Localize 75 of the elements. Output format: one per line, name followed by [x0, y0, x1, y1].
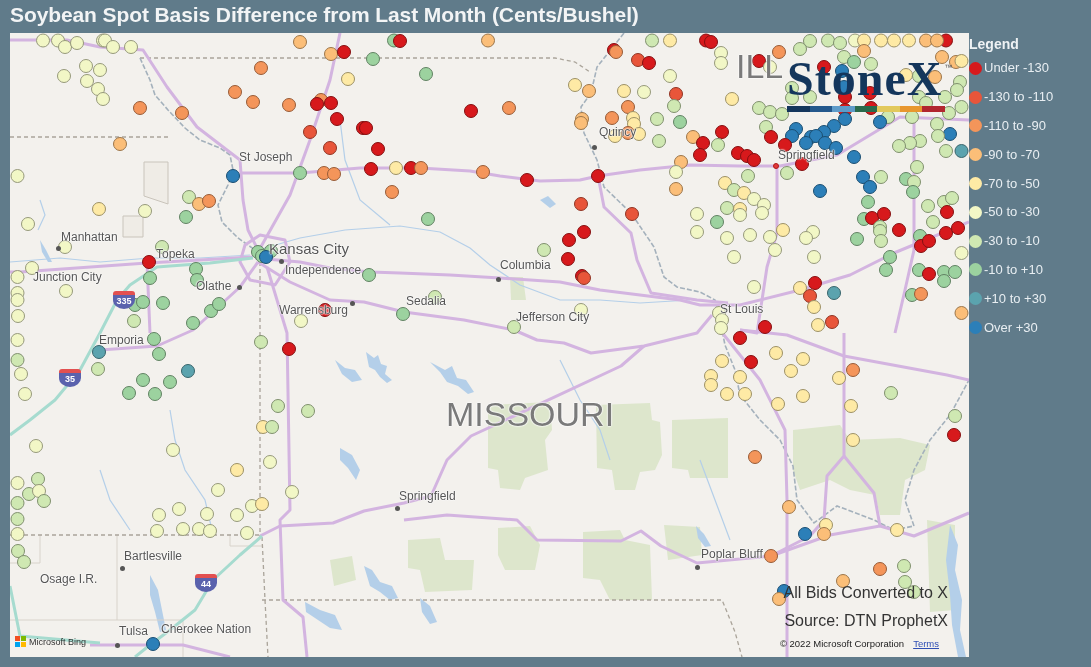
city-label: Columbia: [500, 258, 551, 272]
state-label: MISSOURI: [446, 397, 615, 431]
legend-label: -130 to -110: [984, 89, 1054, 106]
reservation-area: [143, 161, 169, 205]
lake: [40, 240, 52, 262]
legend-label: -50 to -30: [984, 204, 1040, 221]
forest-area: [408, 538, 474, 592]
map-note: Source: DTN ProphetX: [784, 612, 948, 629]
legend-title: Legend: [969, 36, 1019, 52]
city-dot-icon: [591, 144, 597, 150]
lake: [430, 362, 474, 394]
city-label: Manhattan: [61, 230, 118, 244]
lake: [696, 526, 711, 547]
city-dot-icon: [114, 642, 120, 648]
forest-area: [583, 530, 652, 600]
highway-shield: 35: [59, 369, 81, 387]
legend-label: -30 to -10: [984, 233, 1040, 250]
city-label: Topeka: [156, 247, 195, 261]
city-dot-icon: [119, 565, 125, 571]
tiles-logo-icon: [15, 636, 26, 647]
city-label: Bartlesville: [124, 549, 183, 563]
county-line: [229, 534, 263, 547]
legend-label: Under -130: [984, 60, 1050, 77]
lake: [335, 360, 362, 382]
lake: [340, 448, 360, 480]
river: [99, 469, 131, 531]
terms-link[interactable]: Terms: [913, 638, 939, 649]
city-dot-icon: [278, 258, 284, 264]
city-label: Emporia: [99, 333, 144, 347]
lake: [366, 352, 392, 383]
forest-area: [498, 526, 540, 570]
legend-label: -70 to -50: [984, 175, 1040, 192]
copyright-text: © 2022 Microsoft Corporation: [779, 638, 905, 649]
legend-label: -90 to -70: [984, 146, 1040, 163]
region-label: Osage I.R.: [40, 572, 98, 586]
reservation-area: [122, 215, 144, 238]
city-label: Tulsa: [119, 624, 148, 638]
city-dot-icon: [394, 505, 400, 511]
city-label: Olathe: [196, 279, 232, 293]
legend-label: +10 to +30: [984, 290, 1047, 307]
city-dot-icon: [236, 284, 242, 290]
city-label: Springfield: [399, 489, 456, 503]
lake: [305, 602, 342, 630]
city-label: Junction City: [33, 270, 102, 284]
city-dot-icon: [55, 245, 61, 251]
forest-area: [672, 418, 728, 478]
legend-label: -110 to -90: [984, 118, 1046, 134]
city-label: Springfield: [778, 148, 835, 162]
city-label: St Louis: [720, 302, 764, 316]
city-label: Jefferson City: [516, 310, 590, 324]
highway-shield: 335: [113, 291, 135, 309]
river: [37, 199, 46, 231]
forest-area: [330, 556, 356, 586]
region-label: Cherokee Nation: [161, 622, 252, 636]
city-label: St Joseph: [239, 150, 293, 164]
map-provider-name: Microsoft Bing: [29, 636, 87, 647]
city-dot-icon: [495, 276, 501, 282]
forest-area: [664, 525, 702, 560]
city-dot-icon: [349, 300, 355, 306]
city-dot-icon: [773, 163, 779, 169]
city-label: Independence: [285, 263, 362, 277]
trademark-sign: ™: [944, 63, 953, 73]
highway-shield: 44: [195, 574, 217, 592]
state-label: ILL: [736, 49, 784, 83]
city-label: Poplar Bluff: [701, 547, 763, 561]
city-label: Sedalia: [406, 294, 447, 308]
lake: [420, 598, 437, 624]
legend-label: -10 to +10: [984, 261, 1043, 278]
map-panel[interactable]: [10, 33, 969, 657]
forest-area: [510, 277, 526, 300]
legend-label: Over +30: [984, 319, 1038, 336]
city-dot-icon: [694, 564, 700, 570]
lake: [540, 196, 556, 208]
report-title: Soybean Spot Basis Difference from Last Month (Cents/Bushel): [10, 3, 639, 26]
lake: [364, 566, 398, 600]
